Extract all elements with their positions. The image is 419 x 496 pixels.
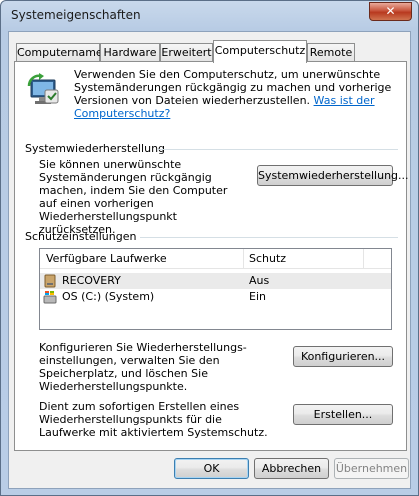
- tab-computername[interactable]: Computername: [16, 43, 103, 62]
- intro-text: Verwenden Sie den Computerschutz, um une…: [74, 68, 399, 120]
- ok-button[interactable]: OK: [174, 458, 249, 479]
- drive-protection-status: Ein: [249, 290, 266, 303]
- drives-list[interactable]: Verfügbare Laufwerke Schutz RECOVERY Aus: [39, 248, 392, 330]
- tab-computerschutz[interactable]: Computerschutz: [213, 40, 307, 63]
- tab-remote[interactable]: Remote: [307, 43, 355, 62]
- window-title: Systemeigenschaften: [11, 8, 141, 22]
- system-drive-icon: [43, 291, 57, 304]
- tab-hardware[interactable]: Hardware: [100, 43, 160, 62]
- configure-description: Konfigurieren Sie Wiederherstellungs-ein…: [39, 341, 247, 393]
- restore-section-divider: [157, 149, 398, 150]
- drive-row-os[interactable]: OS (C:) (System) Ein: [40, 289, 391, 305]
- protection-section-divider: [140, 237, 398, 238]
- column-header-protection[interactable]: Schutz: [243, 249, 363, 269]
- tab-erweitert[interactable]: Erweitert: [160, 43, 213, 62]
- dialog-client-area: Computername Hardware Erweitert Computer…: [8, 31, 411, 489]
- drive-name: OS (C:) (System): [62, 290, 155, 303]
- column-header-drives[interactable]: Verfügbare Laufwerke: [40, 249, 243, 269]
- system-restore-button[interactable]: Systemwiederherstellung...: [257, 165, 409, 186]
- drive-row-recovery[interactable]: RECOVERY Aus: [40, 273, 391, 289]
- drive-name: RECOVERY: [62, 274, 121, 287]
- close-button[interactable]: ✕: [369, 2, 412, 21]
- create-description: Dient zum sofortigen Erstellen eines Wie…: [39, 400, 268, 439]
- drive-icon: [44, 274, 56, 288]
- restore-description: Sie können unerwünschte Systemänderungen…: [39, 158, 228, 236]
- drives-list-header: Verfügbare Laufwerke Schutz: [40, 249, 391, 269]
- restore-section-title: Systemwiederherstellung: [25, 142, 166, 155]
- protection-section-title: Schutzeinstellungen: [25, 230, 137, 243]
- system-properties-window: Systemeigenschaften ✕ Computername Hardw…: [0, 0, 419, 496]
- configure-button[interactable]: Konfigurieren...: [293, 346, 393, 367]
- computer-protection-panel: Verwenden Sie den Computerschutz, um une…: [14, 61, 409, 451]
- cancel-button[interactable]: Abbrechen: [254, 458, 329, 479]
- create-button[interactable]: Erstellen...: [293, 404, 393, 425]
- drive-protection-status: Aus: [249, 274, 270, 287]
- apply-button[interactable]: Übernehmen: [334, 458, 409, 479]
- title-bar[interactable]: Systemeigenschaften ✕: [1, 1, 418, 31]
- system-protection-icon: [27, 73, 59, 104]
- column-separator[interactable]: [363, 249, 364, 269]
